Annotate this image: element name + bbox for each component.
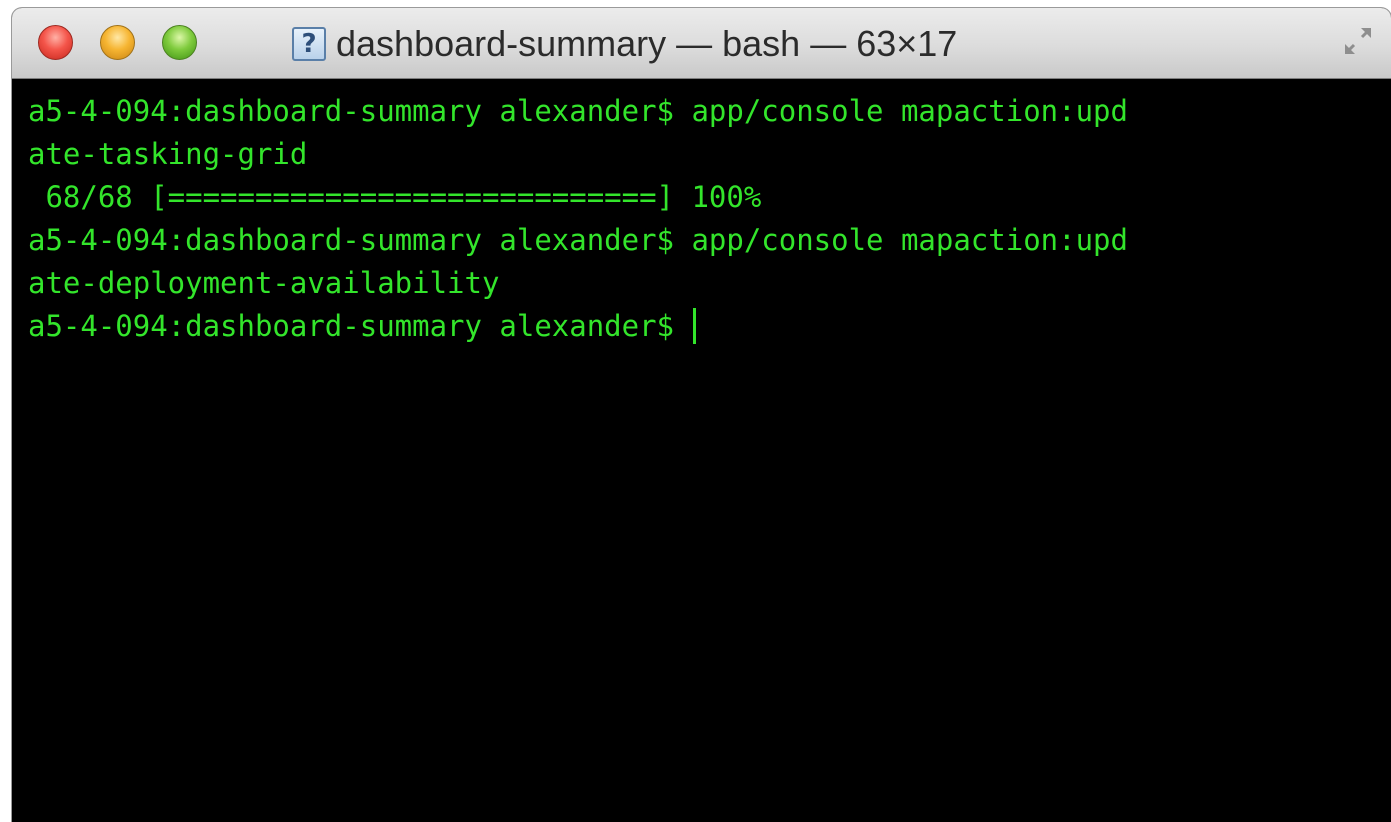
prompt-line[interactable]: a5-4-094:dashboard-summary alexander$: [28, 305, 1381, 348]
text-cursor: [693, 308, 697, 344]
terminal-window: ? dashboard-summary — bash — 63×17 a5-4-…: [12, 8, 1391, 822]
minimize-button[interactable]: [100, 25, 135, 60]
prompt-text: a5-4-094:dashboard-summary alexander$: [28, 309, 692, 343]
window-title: dashboard-summary — bash — 63×17: [336, 23, 958, 64]
close-button[interactable]: [38, 25, 73, 60]
document-icon: ?: [292, 27, 326, 61]
fullscreen-icon[interactable]: [1341, 24, 1375, 58]
terminal-line: a5-4-094:dashboard-summary alexander$ ap…: [28, 223, 1128, 257]
terminal-line: ate-tasking-grid: [28, 137, 308, 171]
zoom-button[interactable]: [162, 25, 197, 60]
progress-line: 68/68 [============================] 100…: [28, 180, 762, 214]
window-title-group: ? dashboard-summary — bash — 63×17: [292, 22, 957, 66]
terminal-line: a5-4-094:dashboard-summary alexander$ ap…: [28, 94, 1128, 128]
title-bar[interactable]: ? dashboard-summary — bash — 63×17: [12, 8, 1391, 79]
terminal-output[interactable]: a5-4-094:dashboard-summary alexander$ ap…: [28, 90, 1381, 822]
terminal-line: ate-deployment-availability: [28, 266, 500, 300]
